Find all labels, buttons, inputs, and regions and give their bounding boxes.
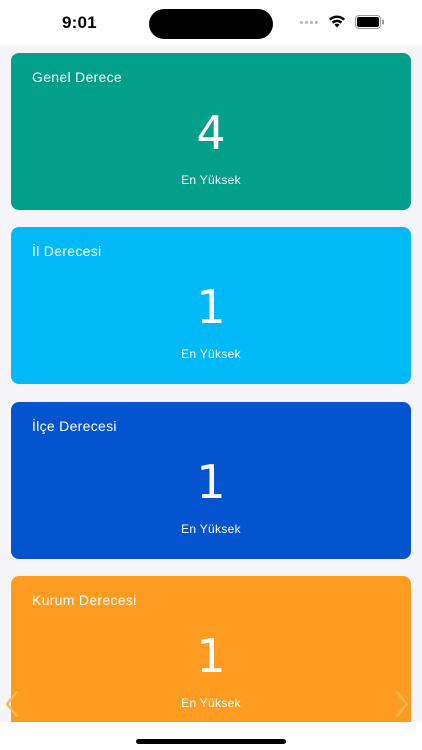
battery-icon xyxy=(355,15,384,29)
cellular-signal-icon xyxy=(300,21,318,24)
rank-cards-list[interactable]: Genel Derece 4 En Yüksek İl Derecesi 1 E… xyxy=(0,46,422,722)
card-title: Genel Derece xyxy=(32,69,122,85)
home-bar xyxy=(0,722,422,750)
card-subtitle: En Yüksek xyxy=(181,347,241,361)
dynamic-island xyxy=(149,9,273,39)
wifi-icon xyxy=(329,15,345,28)
card-value: 4 xyxy=(196,106,226,160)
card-ilce-derecesi[interactable]: İlçe Derecesi 1 En Yüksek xyxy=(11,402,411,559)
card-kurum-derecesi[interactable]: Kurum Derecesi 1 En Yüksek xyxy=(11,576,411,722)
chevron-left-icon[interactable] xyxy=(4,690,20,718)
card-title: Kurum Derecesi xyxy=(32,592,137,608)
status-bar: 9:01 xyxy=(0,0,422,46)
card-value: 1 xyxy=(196,280,226,334)
status-time: 9:01 xyxy=(62,13,97,32)
card-subtitle: En Yüksek xyxy=(181,173,241,187)
card-genel-derece[interactable]: Genel Derece 4 En Yüksek xyxy=(11,53,411,210)
card-il-derecesi[interactable]: İl Derecesi 1 En Yüksek xyxy=(11,227,411,384)
card-title: İl Derecesi xyxy=(32,243,102,259)
card-subtitle: En Yüksek xyxy=(181,522,241,536)
card-subtitle: En Yüksek xyxy=(181,696,241,710)
card-value: 1 xyxy=(196,455,226,509)
card-value: 1 xyxy=(196,629,226,683)
chevron-right-icon[interactable] xyxy=(394,690,410,718)
home-indicator[interactable] xyxy=(136,739,286,744)
card-title: İlçe Derecesi xyxy=(32,418,117,434)
